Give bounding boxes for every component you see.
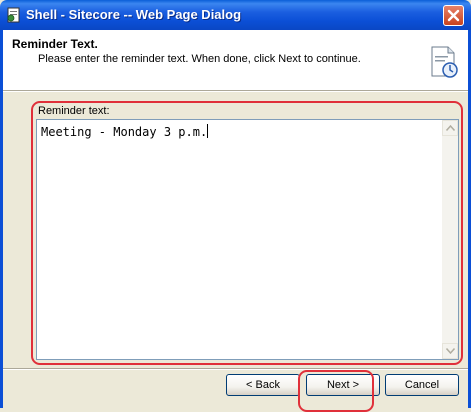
text-caret bbox=[207, 124, 209, 138]
reminder-text-label: Reminder text: bbox=[38, 105, 110, 117]
scroll-down-button[interactable] bbox=[442, 343, 458, 359]
wizard-header: Reminder Text. Please enter the reminder… bbox=[3, 30, 468, 91]
cancel-button[interactable]: Cancel bbox=[385, 374, 459, 396]
window-title: Shell - Sitecore -- Web Page Dialog bbox=[26, 7, 242, 22]
close-icon bbox=[447, 9, 460, 22]
header-divider bbox=[3, 91, 468, 92]
sitecore-page-icon bbox=[6, 7, 22, 23]
footer-divider-highlight bbox=[3, 369, 468, 370]
scroll-down-arrow-icon bbox=[446, 348, 455, 354]
next-button-highlight bbox=[298, 370, 374, 412]
title-bar[interactable]: Shell - Sitecore -- Web Page Dialog bbox=[0, 0, 471, 30]
step-title: Reminder Text. bbox=[12, 37, 98, 51]
step-instructions: Please enter the reminder text. When don… bbox=[38, 53, 361, 65]
reminder-text-input[interactable]: Meeting - Monday 3 p.m. bbox=[36, 119, 459, 360]
reminder-text-value: Meeting - Monday 3 p.m. bbox=[41, 125, 208, 139]
textarea-scrollbar[interactable] bbox=[442, 120, 458, 359]
calendar-document-icon bbox=[429, 45, 459, 79]
close-button[interactable] bbox=[443, 5, 464, 26]
back-button[interactable]: < Back bbox=[226, 374, 300, 396]
scroll-up-button[interactable] bbox=[442, 120, 458, 136]
scroll-up-arrow-icon bbox=[446, 125, 455, 131]
